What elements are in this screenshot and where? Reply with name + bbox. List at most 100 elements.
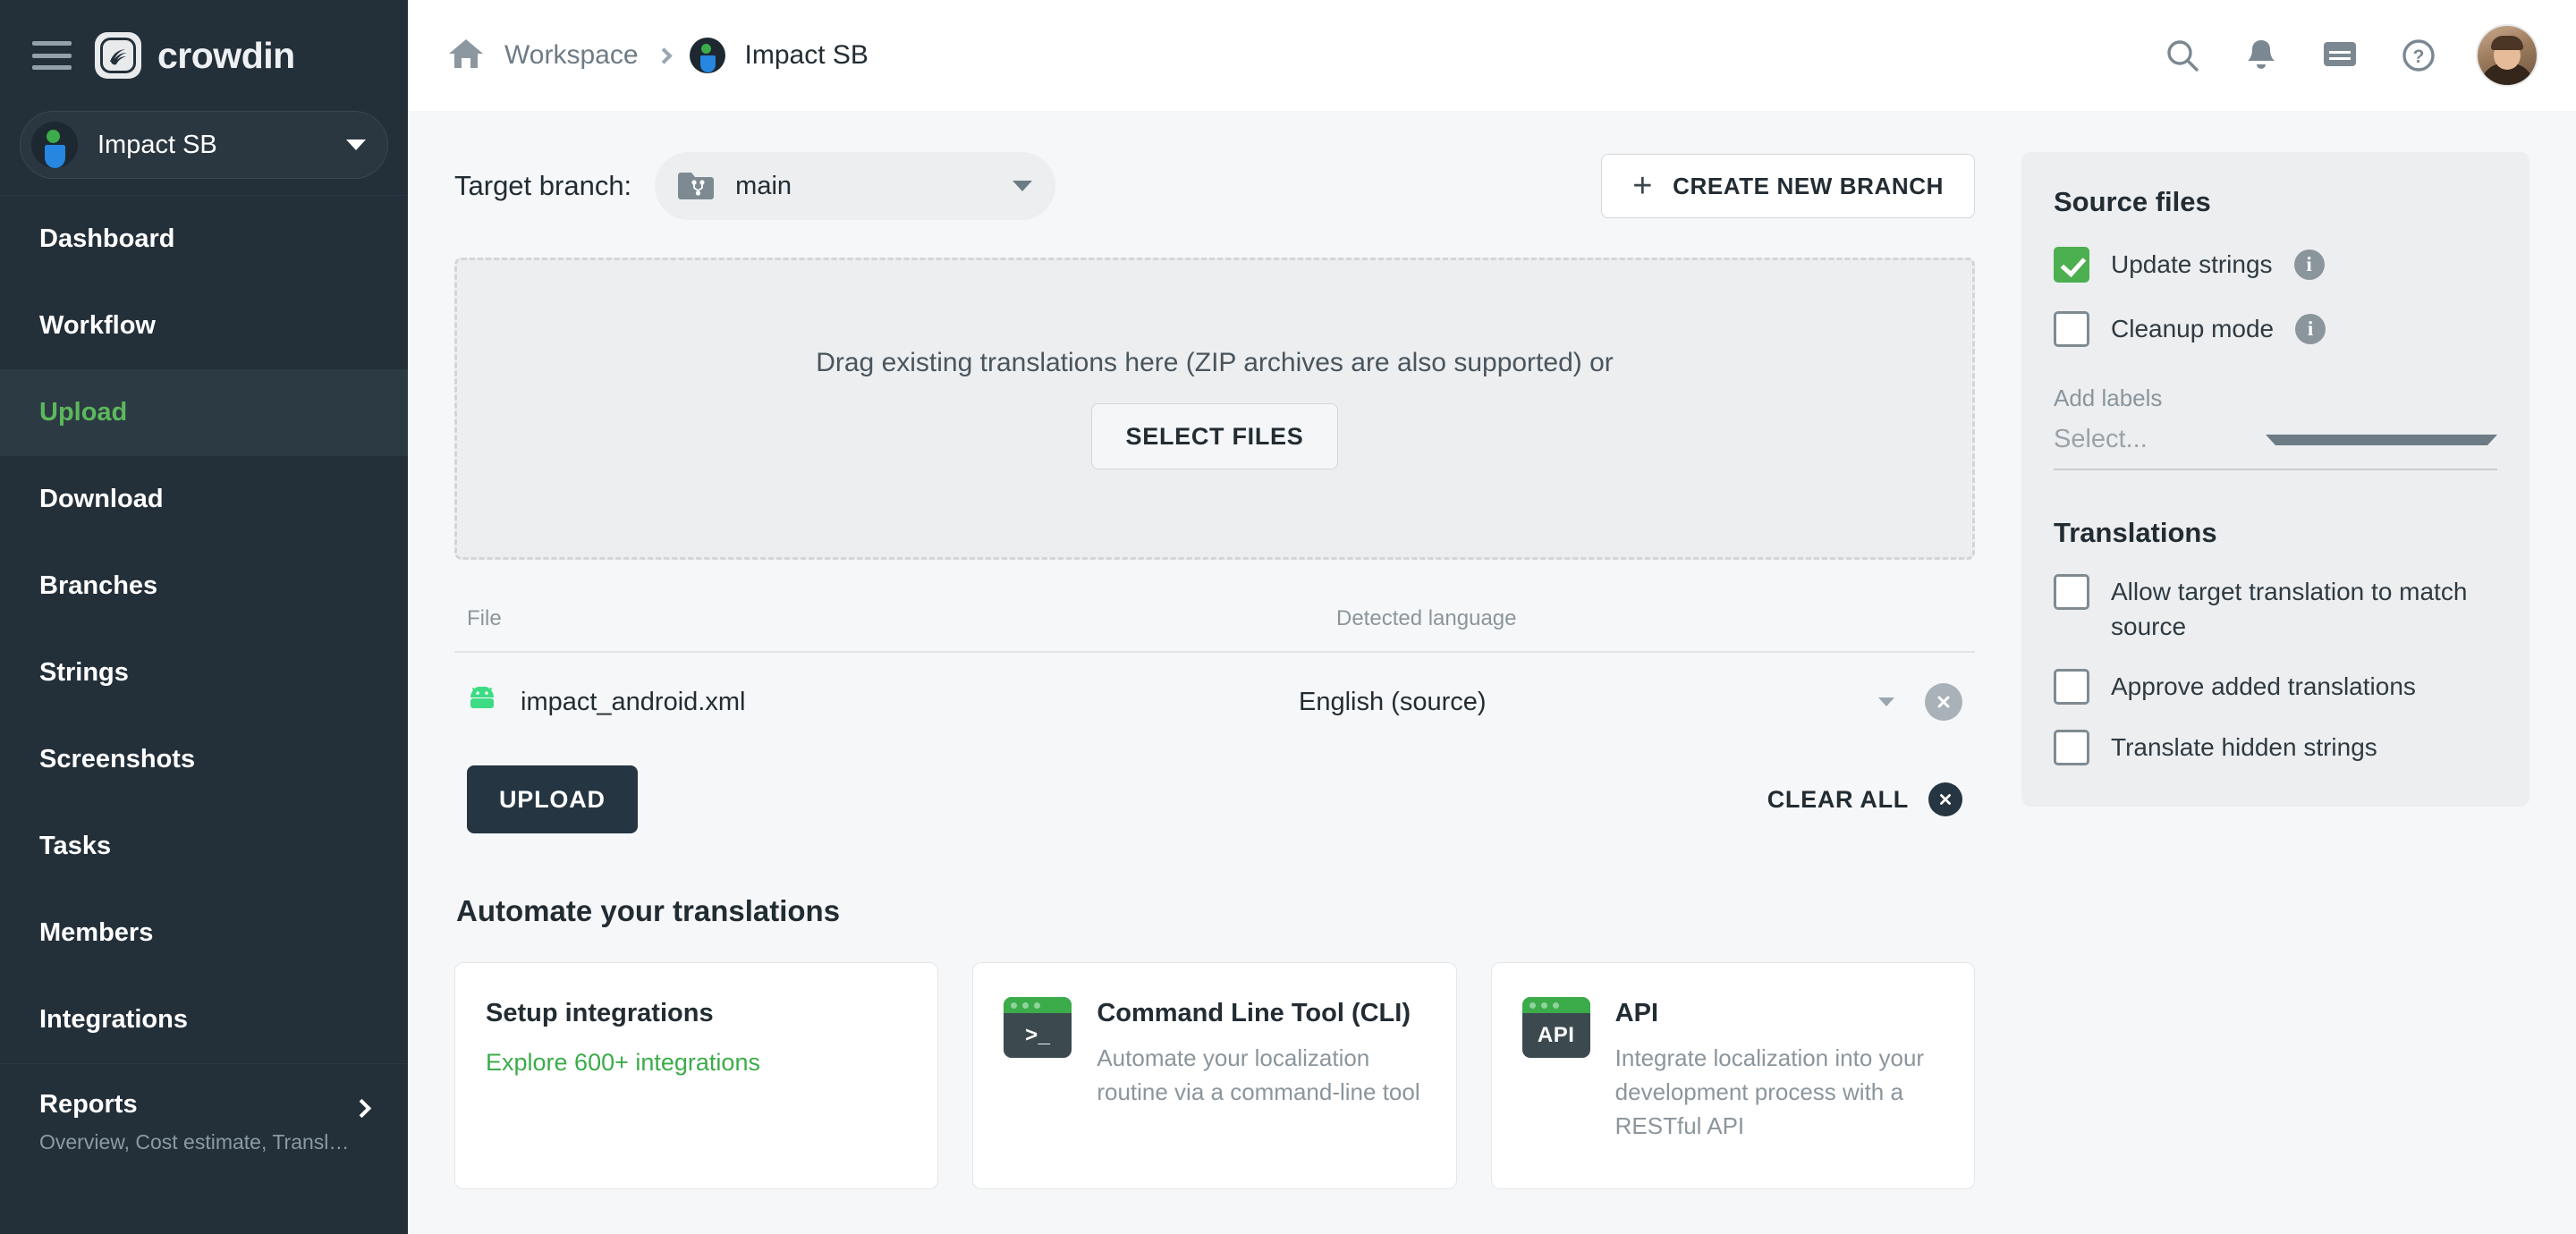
breadcrumb: Workspace Impact SB bbox=[447, 37, 869, 75]
home-icon[interactable] bbox=[447, 37, 485, 75]
avatar[interactable] bbox=[2478, 26, 2537, 85]
search-icon[interactable] bbox=[2163, 36, 2202, 75]
language-cell: English (source) bbox=[1299, 688, 1925, 717]
sidebar-item-upload[interactable]: Upload bbox=[0, 369, 408, 456]
option-allow-target-match-source[interactable]: Allow target translation to match source bbox=[2054, 572, 2497, 644]
brand-name: crowdin bbox=[157, 34, 295, 76]
sidebar-item-download[interactable]: Download bbox=[0, 456, 408, 543]
sidebar-item-integrations[interactable]: Integrations bbox=[0, 976, 408, 1063]
file-dropzone[interactable]: Drag existing translations here (ZIP arc… bbox=[454, 258, 1975, 560]
sidebar-item-label: Strings bbox=[39, 658, 129, 687]
translate-hidden-strings-checkbox[interactable] bbox=[2054, 730, 2089, 766]
sidebar-item-members[interactable]: Members bbox=[0, 890, 408, 976]
chevron-down-icon[interactable] bbox=[1878, 697, 1894, 706]
automate-section: Automate your translations Setup integra… bbox=[454, 894, 1975, 1189]
remove-file-button[interactable] bbox=[1925, 683, 1962, 721]
branch-select[interactable]: main bbox=[655, 152, 1056, 220]
sidebar-nav: Dashboard Workflow Upload Download Branc… bbox=[0, 195, 408, 1234]
file-cell: impact_android.xml bbox=[467, 686, 1299, 717]
card-api[interactable]: API API Integrate localization into your… bbox=[1490, 962, 1975, 1189]
update-strings-label: Update strings bbox=[2111, 250, 2273, 278]
branch-left: Target branch: main bbox=[454, 152, 1056, 220]
option-cleanup-mode[interactable]: Cleanup mode i bbox=[2054, 309, 2497, 347]
sidebar-item-screenshots[interactable]: Screenshots bbox=[0, 716, 408, 803]
plus-icon: + bbox=[1632, 167, 1654, 205]
sidebar-item-label: Integrations bbox=[39, 1005, 188, 1034]
sidebar-item-label: Upload bbox=[39, 398, 128, 427]
upload-options-panel: Source files Update strings i Cleanup mo… bbox=[2021, 152, 2529, 807]
sidebar-item-dashboard[interactable]: Dashboard bbox=[0, 196, 408, 283]
crowdin-logo[interactable]: crowdin bbox=[95, 32, 295, 79]
dropzone-text: Drag existing translations here (ZIP arc… bbox=[816, 348, 1614, 377]
breadcrumb-workspace[interactable]: Workspace bbox=[504, 40, 639, 71]
project-avatar-icon bbox=[31, 122, 78, 168]
chevron-right-icon bbox=[655, 46, 673, 64]
card-command-line-tool[interactable]: >_ Command Line Tool (CLI) Automate your… bbox=[972, 962, 1457, 1189]
translate-hidden-strings-label: Translate hidden strings bbox=[2111, 733, 2377, 762]
sidebar-item-label: Tasks bbox=[39, 832, 112, 860]
update-strings-checkbox[interactable] bbox=[2054, 247, 2089, 283]
project-avatar-icon bbox=[689, 38, 725, 73]
chevron-down-icon bbox=[2266, 434, 2497, 445]
project-switcher-wrap: Impact SB bbox=[0, 111, 408, 195]
sidebar-item-sublabel: Overview, Cost estimate, Transl… bbox=[39, 1129, 350, 1154]
automate-cards: Setup integrations Explore 600+ integrat… bbox=[454, 962, 1975, 1189]
sidebar-item-strings[interactable]: Strings bbox=[0, 630, 408, 716]
card-title: Setup integrations bbox=[486, 999, 714, 1027]
add-labels-placeholder: Select... bbox=[2054, 425, 2148, 453]
notifications-bell-icon[interactable] bbox=[2241, 36, 2281, 75]
topbar-actions: ? bbox=[2163, 26, 2537, 85]
info-icon[interactable]: i bbox=[2293, 249, 2325, 280]
card-description: Automate your localization routine via a… bbox=[1097, 1044, 1420, 1105]
create-new-branch-button[interactable]: + CREATE NEW BRANCH bbox=[1601, 154, 1975, 218]
upload-column: Target branch: main + CREATE NEW BRANCH … bbox=[408, 111, 2021, 1234]
api-icon: API bbox=[1521, 997, 1590, 1058]
help-icon[interactable]: ? bbox=[2399, 36, 2438, 75]
project-switcher-label: Impact SB bbox=[97, 130, 217, 159]
add-labels-select[interactable]: Select... bbox=[2054, 412, 2497, 470]
main-area: Workspace Impact SB ? Target branch: mai… bbox=[408, 0, 2576, 1234]
hamburger-menu-icon[interactable] bbox=[32, 41, 72, 70]
upload-button[interactable]: UPLOAD bbox=[467, 765, 638, 833]
explore-integrations-link[interactable]: Explore 600+ integrations bbox=[486, 1049, 907, 1077]
messages-icon[interactable] bbox=[2320, 36, 2360, 75]
allow-target-match-source-checkbox[interactable] bbox=[2054, 574, 2089, 610]
select-files-button[interactable]: SELECT FILES bbox=[1090, 403, 1339, 469]
column-header-file: File bbox=[467, 606, 502, 630]
allow-target-match-source-label: Allow target translation to match source bbox=[2111, 578, 2468, 640]
approve-added-translations-checkbox[interactable] bbox=[2054, 669, 2089, 706]
card-body: Command Line Tool (CLI) Automate your lo… bbox=[1097, 997, 1425, 1154]
create-new-branch-label: CREATE NEW BRANCH bbox=[1673, 172, 1944, 199]
cleanup-mode-checkbox[interactable] bbox=[2054, 311, 2089, 347]
svg-text:?: ? bbox=[2413, 46, 2425, 67]
android-file-icon bbox=[467, 686, 497, 717]
clear-all-button[interactable]: CLEAR ALL bbox=[1767, 782, 1962, 816]
card-body: API Integrate localization into your dev… bbox=[1615, 997, 1944, 1154]
option-approve-added-translations[interactable]: Approve added translations bbox=[2054, 667, 2497, 706]
sidebar-item-label: Members bbox=[39, 918, 154, 947]
option-translate-hidden-strings[interactable]: Translate hidden strings bbox=[2054, 728, 2497, 766]
sidebar-item-reports[interactable]: Reports Overview, Cost estimate, Transl… bbox=[0, 1063, 408, 1171]
option-update-strings[interactable]: Update strings i bbox=[2054, 245, 2497, 283]
branch-row: Target branch: main + CREATE NEW BRANCH bbox=[454, 152, 1975, 220]
sidebar-item-branches[interactable]: Branches bbox=[0, 543, 408, 630]
content-area: Target branch: main + CREATE NEW BRANCH … bbox=[408, 111, 2576, 1234]
info-icon[interactable]: i bbox=[2295, 314, 2326, 344]
sidebar-item-tasks[interactable]: Tasks bbox=[0, 803, 408, 890]
terminal-icon-text: >_ bbox=[1025, 1023, 1051, 1047]
card-setup-integrations[interactable]: Setup integrations Explore 600+ integrat… bbox=[454, 962, 939, 1189]
chevron-down-icon bbox=[1013, 181, 1033, 191]
options-column: Source files Update strings i Cleanup mo… bbox=[2021, 111, 2576, 1234]
sidebar: crowdin Impact SB Dashboard Workflow Upl… bbox=[0, 0, 408, 1234]
api-icon-text: API bbox=[1537, 1023, 1575, 1047]
approve-added-translations-label: Approve added translations bbox=[2111, 672, 2416, 701]
file-name: impact_android.xml bbox=[521, 687, 746, 716]
source-files-title: Source files bbox=[2054, 186, 2211, 217]
detected-language-value[interactable]: English (source) bbox=[1299, 688, 1878, 717]
target-branch-label: Target branch: bbox=[454, 170, 632, 201]
card-title: Command Line Tool (CLI) bbox=[1097, 999, 1411, 1027]
sidebar-item-label: Branches bbox=[39, 571, 158, 600]
sidebar-item-workflow[interactable]: Workflow bbox=[0, 283, 408, 369]
branch-name: main bbox=[735, 171, 792, 200]
project-switcher[interactable]: Impact SB bbox=[20, 111, 388, 179]
